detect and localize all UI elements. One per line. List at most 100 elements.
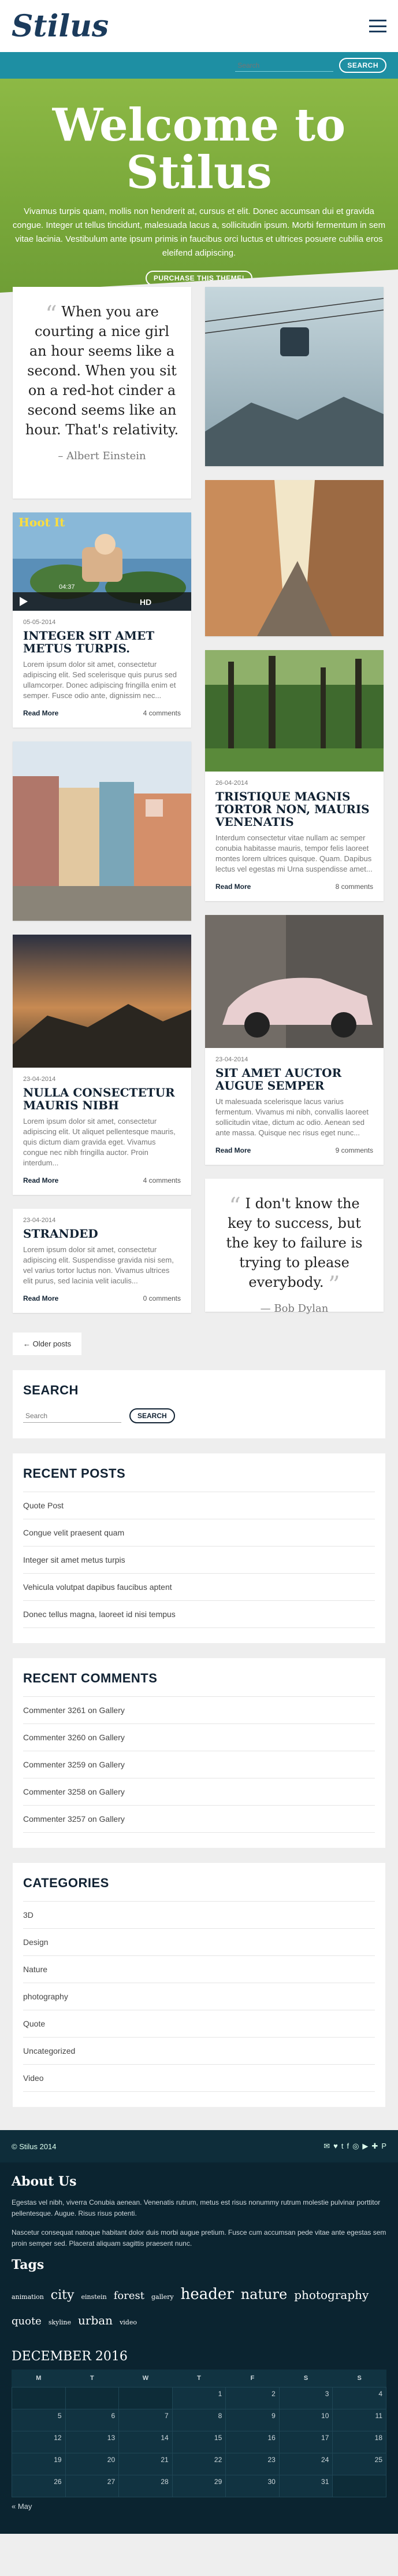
category-link[interactable]: Video xyxy=(23,2065,375,2092)
calendar-day: 18 xyxy=(332,2430,386,2453)
comment-post-link[interactable]: Gallery xyxy=(99,1733,125,1742)
widget-search-input[interactable] xyxy=(23,1409,121,1423)
recent-posts-widget: RECENT POSTS Quote Post Congue velit pra… xyxy=(13,1453,385,1643)
purchase-theme-button[interactable]: PURCHASE THIS THEME! xyxy=(145,271,253,286)
hero-title: Welcome to Stilus xyxy=(52,99,346,199)
widget-title: CATEGORIES xyxy=(23,1876,109,1890)
read-more-link[interactable]: Read More xyxy=(23,1176,58,1184)
alley-photo xyxy=(205,480,384,636)
calendar-day: 8 xyxy=(172,2408,226,2431)
recent-post-link[interactable]: Congue velit praesent quam xyxy=(23,1519,375,1547)
calendar-empty-cell xyxy=(118,2386,173,2409)
comment-author[interactable]: Commenter 3257 xyxy=(23,1814,85,1824)
video-thumbnail[interactable]: Hoot It 04:37 HD xyxy=(13,512,191,611)
calendar-day: 3 xyxy=(278,2386,333,2409)
post-excerpt: Lorem ipsum dolor sit amet, consectetur … xyxy=(23,1245,174,1285)
widget-search-button[interactable]: SEARCH xyxy=(129,1408,175,1423)
comment-post-link[interactable]: Gallery xyxy=(99,1787,125,1796)
comment-author[interactable]: Commenter 3261 xyxy=(23,1706,85,1715)
quote-text: “ I don't know the key to success, but t… xyxy=(217,1194,372,1297)
image-card-sunset[interactable]: 23-04-2014 NULLA CONSECTETUR MAURIS NIBH… xyxy=(13,935,191,1195)
tag-link[interactable]: header xyxy=(181,2283,234,2306)
post-title[interactable]: NULLA CONSECTETUR MAURIS NIBH xyxy=(23,1086,181,1112)
read-more-link[interactable]: Read More xyxy=(23,1294,58,1302)
comments-link[interactable]: 4 comments xyxy=(143,1176,181,1184)
tag-link[interactable]: urban xyxy=(78,2309,113,2332)
twitter-icon[interactable]: t xyxy=(341,2142,344,2151)
tag-link[interactable]: forest xyxy=(114,2285,144,2308)
hero-text: Vivamus turpis quam, mollis non hendreri… xyxy=(12,206,386,258)
googleplus-icon[interactable]: ✚ xyxy=(371,2142,378,2151)
image-card-cablecar[interactable] xyxy=(205,287,384,466)
header-search-button[interactable]: SEARCH xyxy=(339,58,386,73)
tag-link[interactable]: video xyxy=(120,2311,137,2334)
post-title[interactable]: TRISTIQUE MAGNIS TORTOR NON, MAURIS VENE… xyxy=(215,790,373,828)
calendar-prev-link[interactable]: « May xyxy=(12,2502,386,2511)
comments-link[interactable]: 4 comments xyxy=(143,709,181,717)
comments-link[interactable]: 8 comments xyxy=(336,883,373,891)
category-link[interactable]: Quote xyxy=(23,2010,375,2038)
comments-link[interactable]: 9 comments xyxy=(336,1146,373,1154)
category-link[interactable]: photography xyxy=(23,1983,375,2010)
comment-post-link[interactable]: Gallery xyxy=(99,1706,125,1715)
instagram-icon[interactable]: ◎ xyxy=(352,2142,359,2151)
email-icon[interactable]: ✉ xyxy=(323,2142,330,2151)
tag-link[interactable]: einstein xyxy=(81,2286,106,2309)
tag-cloud: animation city einstein forest gallery header… xyxy=(12,2283,386,2334)
comment-author[interactable]: Commenter 3258 xyxy=(23,1787,85,1796)
vintage-car-photo[interactable] xyxy=(205,915,384,1048)
comment-post-link[interactable]: Gallery xyxy=(99,1814,125,1824)
calendar-day: 22 xyxy=(172,2452,226,2475)
hero-banner: Welcome to Stilus Vivamus turpis quam, m… xyxy=(0,79,398,293)
calendar-day: 11 xyxy=(332,2408,386,2431)
site-logo[interactable]: Stilus xyxy=(12,9,109,44)
heart-icon[interactable]: ♥ xyxy=(333,2142,338,2151)
menu-icon[interactable] xyxy=(369,20,386,32)
comment-on: on xyxy=(88,1706,97,1715)
post-date: 05-05-2014 xyxy=(23,619,56,626)
category-link[interactable]: 3D xyxy=(23,1902,375,1929)
quote-card-dylan[interactable]: “ I don't know the key to success, but t… xyxy=(205,1179,384,1315)
read-more-link[interactable]: Read More xyxy=(215,883,251,891)
calendar-day: 24 xyxy=(278,2452,333,2475)
calendar-weekday: M xyxy=(36,2374,42,2382)
widget-title: RECENT COMMENTS xyxy=(23,1671,158,1685)
recent-post-link[interactable]: Donec tellus magna, laoreet id nisi temp… xyxy=(23,1601,375,1628)
image-card-street[interactable] xyxy=(13,741,191,921)
recent-post-link[interactable]: Integer sit amet metus turpis xyxy=(23,1547,375,1574)
read-more-link[interactable]: Read More xyxy=(23,709,58,717)
about-text: Egestas vel nibh, viverra Conubia aenean… xyxy=(12,2198,381,2217)
tag-link[interactable]: city xyxy=(51,2284,75,2307)
post-excerpt: Lorem ipsum dolor sit amet, consectetur … xyxy=(23,1117,176,1167)
pinterest-icon[interactable]: P xyxy=(381,2142,386,2151)
category-link[interactable]: Uncategorized xyxy=(23,2038,375,2065)
comment-post-link[interactable]: Gallery xyxy=(99,1760,125,1769)
quote-card-einstein[interactable]: “ When you are courting a nice girl an h… xyxy=(13,287,191,499)
tag-link[interactable]: animation xyxy=(12,2286,44,2309)
tag-link[interactable]: skyline xyxy=(49,2311,71,2334)
calendar-weekday: T xyxy=(197,2374,201,2382)
tag-link[interactable]: gallery xyxy=(151,2286,174,2309)
recent-post-link[interactable]: Vehicula volutpat dapibus faucibus apten… xyxy=(23,1574,375,1601)
facebook-icon[interactable]: f xyxy=(347,2142,349,2151)
category-link[interactable]: Design xyxy=(23,1929,375,1956)
recent-post-link[interactable]: Quote Post xyxy=(23,1492,375,1519)
comment-author[interactable]: Commenter 3260 xyxy=(23,1733,85,1742)
post-title[interactable]: INTEGER SIT AMET METUS TURPIS. xyxy=(23,629,181,655)
post-title[interactable]: SIT AMET AUCTOR AUGUE SEMPER xyxy=(215,1066,373,1092)
post-title[interactable]: STRANDED xyxy=(23,1227,181,1240)
comments-link[interactable]: 0 comments xyxy=(143,1294,181,1302)
image-card-alley[interactable] xyxy=(205,480,384,636)
tag-link[interactable]: quote xyxy=(12,2310,42,2333)
calendar-day: 10 xyxy=(278,2408,333,2431)
category-link[interactable]: Nature xyxy=(23,1956,375,1983)
forest-photo[interactable] xyxy=(205,650,384,772)
comment-author[interactable]: Commenter 3259 xyxy=(23,1760,85,1769)
tag-link[interactable]: nature xyxy=(241,2283,288,2306)
read-more-link[interactable]: Read More xyxy=(215,1146,251,1154)
tag-link[interactable]: photography xyxy=(294,2283,369,2306)
comment-on: on xyxy=(88,1733,97,1742)
older-posts-button[interactable]: ← Older posts xyxy=(13,1333,82,1355)
header-search-input[interactable] xyxy=(235,59,334,72)
youtube-icon[interactable]: ▶ xyxy=(362,2142,368,2151)
